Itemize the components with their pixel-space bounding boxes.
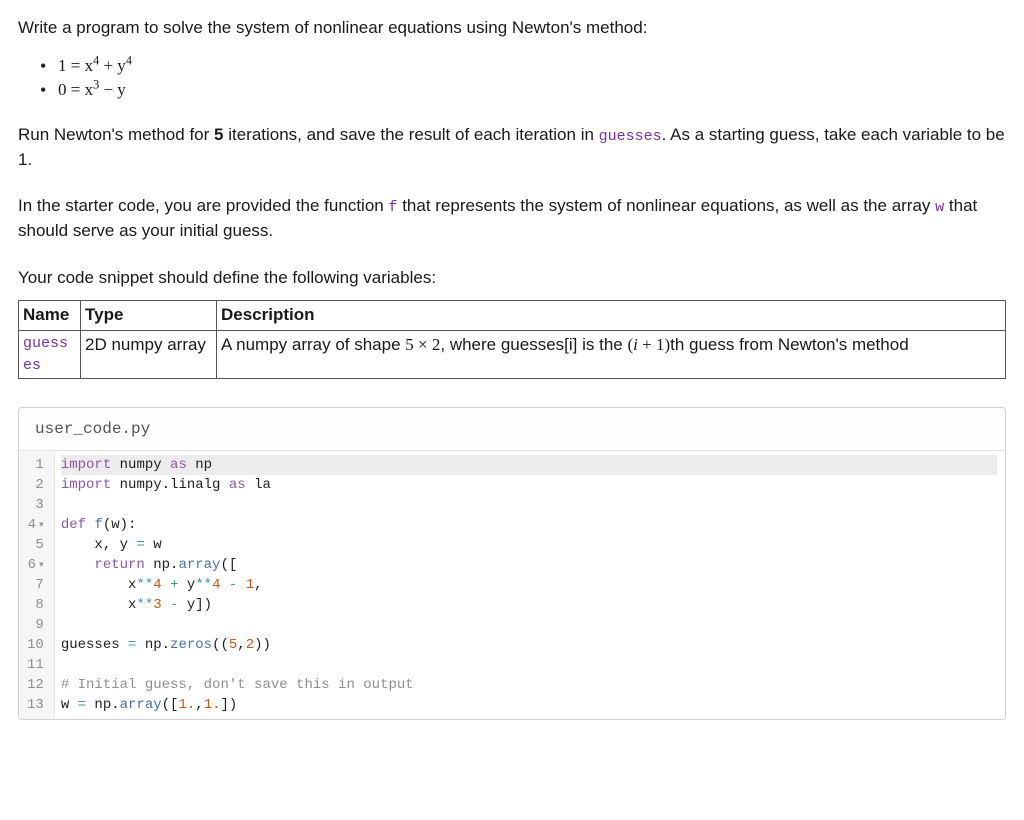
p2-pre: In the starter code, you are provided th… (18, 196, 388, 215)
desc-math: (i + 1) (627, 335, 670, 354)
th-type: Type (81, 301, 217, 331)
td-name: guesses (19, 330, 81, 379)
p1-code-guesses: guesses (599, 128, 662, 145)
th-description: Description (217, 301, 1006, 331)
gutter-line-number: 12 (27, 675, 44, 695)
td-type: 2D numpy array (81, 330, 217, 379)
gutter-line-number: 2 (27, 475, 44, 495)
gutter-line-number: 11 (27, 655, 44, 675)
code-line[interactable] (61, 655, 997, 675)
desc-mid: , where guesses[i] is the (440, 335, 627, 354)
gutter-line-number: 9 (27, 615, 44, 635)
desc-shape: 5 × 2 (405, 335, 440, 354)
p1-mid: iterations, and save the result of each … (223, 125, 598, 144)
equation-1: 1 = x4 + y4 (40, 55, 1006, 77)
gutter-line-number: 13 (27, 695, 44, 715)
code-line[interactable]: x**4 + y**4 - 1, (61, 575, 997, 595)
fold-icon[interactable]: ▼ (39, 556, 44, 576)
p2-mid: that represents the system of nonlinear … (397, 196, 935, 215)
code-line[interactable] (61, 495, 997, 515)
eq2-lhs: 0 (58, 80, 67, 99)
gutter-line-number: 3 (27, 495, 44, 515)
paragraph-2: In the starter code, you are provided th… (18, 194, 1006, 243)
code-line[interactable] (61, 615, 997, 635)
fold-icon[interactable]: ▼ (39, 516, 44, 536)
code-line[interactable]: def f(w): (61, 515, 997, 535)
code-line[interactable]: x**3 - y]) (61, 595, 997, 615)
code-line[interactable]: w = np.array([1.,1.]) (61, 695, 997, 715)
code-line[interactable]: # Initial guess, don't save this in outp… (61, 675, 997, 695)
eq1-rhs: x4 + y4 (85, 56, 132, 75)
th-name: Name (19, 301, 81, 331)
gutter-line-number: 8 (27, 595, 44, 615)
equations-list: 1 = x4 + y4 0 = x3 − y (40, 55, 1006, 101)
paragraph-1: Run Newton's method for 5 iterations, an… (18, 123, 1006, 172)
code-lines-area[interactable]: import numpy as npimport numpy.linalg as… (55, 451, 1005, 719)
intro-text: Write a program to solve the system of n… (18, 16, 1006, 41)
gutter-line-number: 1 (27, 455, 44, 475)
gutter-line-number: 5 (27, 535, 44, 555)
code-line[interactable]: import numpy.linalg as la (61, 475, 997, 495)
code-body: 1234▼56▼78910111213 import numpy as npim… (19, 451, 1005, 719)
code-editor: user_code.py 1234▼56▼78910111213 import … (18, 407, 1006, 719)
table-header-row: Name Type Description (19, 301, 1006, 331)
gutter-line-number: 4▼ (27, 515, 44, 535)
code-line[interactable]: x, y = w (61, 535, 997, 555)
desc-pre: A numpy array of shape (221, 335, 405, 354)
code-line[interactable]: guesses = np.zeros((5,2)) (61, 635, 997, 655)
equation-2: 0 = x3 − y (40, 79, 1006, 101)
eq2-equals: = (71, 80, 85, 99)
p1-pre: Run Newton's method for (18, 125, 214, 144)
eq1-equals: = (71, 56, 85, 75)
td-description: A numpy array of shape 5 × 2, where gues… (217, 330, 1006, 379)
eq2-rhs: x3 − y (85, 80, 126, 99)
code-line[interactable]: return np.array([ (61, 555, 997, 575)
gutter-line-number: 6▼ (27, 555, 44, 575)
code-line[interactable]: import numpy as np (61, 455, 997, 475)
variables-table: Name Type Description guesses 2D numpy a… (18, 300, 1006, 379)
code-filename: user_code.py (19, 408, 1005, 450)
eq1-lhs: 1 (58, 56, 67, 75)
code-gutter: 1234▼56▼78910111213 (19, 451, 55, 719)
gutter-line-number: 7 (27, 575, 44, 595)
paragraph-3: Your code snippet should define the foll… (18, 266, 1006, 291)
desc-suffix: th guess from Newton's method (670, 335, 909, 354)
gutter-line-number: 10 (27, 635, 44, 655)
p2-code-w: w (935, 199, 944, 216)
table-row: guesses 2D numpy array A numpy array of … (19, 330, 1006, 379)
